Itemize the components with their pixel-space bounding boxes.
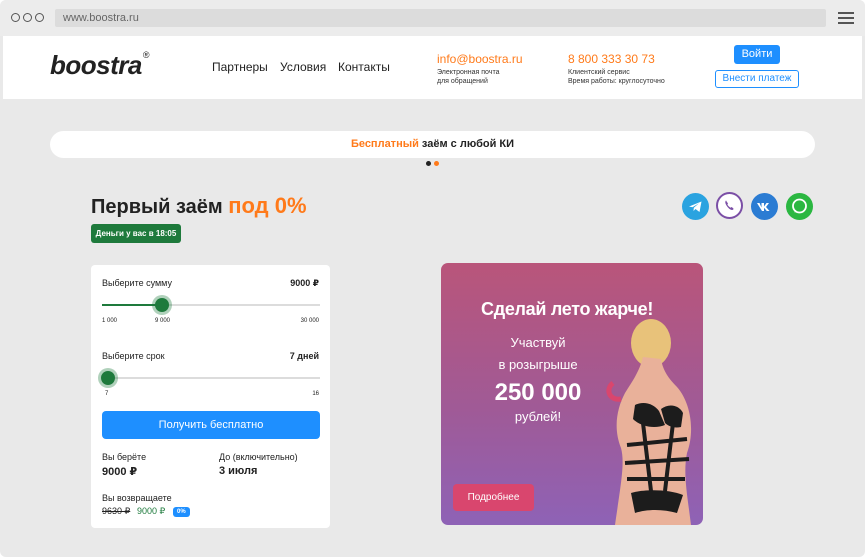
take-value: 9000 ₽ [102,466,138,478]
browser-toolbar: www.boostra.ru [0,0,865,36]
prize-amount: 250 000 [494,379,582,406]
make-payment-button[interactable]: Внести платеж [715,70,799,88]
email-caption: Электронная почта [437,69,500,76]
address-bar[interactable]: www.boostra.ru [55,9,826,27]
banner-text: заём с любой КИ [418,138,515,150]
logo[interactable]: boostra® [50,50,149,81]
nav-link-partners[interactable]: Партнеры [212,60,268,74]
telegram-icon[interactable] [682,193,709,220]
amount-max-tick: 30 000 [300,318,319,324]
zero-percent-badge: 0% [173,507,190,517]
banner-highlight: Бесплатный [350,138,419,150]
hamburger-menu-icon[interactable] [838,12,854,24]
vk-icon[interactable] [751,193,778,220]
return-new-value: 9000 ₽ [137,506,166,516]
promo-line: в розыгрыше [498,357,578,372]
return-label: Вы возвращаете [102,493,172,503]
take-label: Вы берёте [102,452,147,462]
promo-line: Участвуй [510,335,566,350]
term-min-tick: 7 [105,391,109,397]
phone-caption: Клиентский сервис [568,69,630,76]
email-contact: info@boostra.ru Электронная почта для об… [437,52,523,86]
login-button[interactable]: Войти [734,45,780,64]
promo-title: Сделай лето жарче! [481,299,654,319]
loan-calculator: Выберите сумму 9000 ₽ 1 000 9 000 30 000… [91,265,330,528]
page-title: Первый заём под 0% [91,193,307,218]
nav-link-terms[interactable]: Условия [280,60,326,74]
until-value: 3 июля [219,465,258,477]
viber-icon[interactable] [716,192,743,219]
term-slider-track[interactable] [102,377,320,379]
term-max-tick: 16 [312,391,319,397]
until-label: До (включительно) [219,452,298,462]
promo-line: рублей! [514,409,562,424]
amount-slider-fill [102,304,163,306]
promo-card[interactable]: Сделай лето жарче! Участвуй в розыгрыше … [441,263,703,525]
window-dot-icon[interactable] [11,13,20,22]
more-details-button[interactable]: Подробнее [453,484,534,511]
term-value: 7 дней [289,351,319,361]
whatsapp-icon[interactable] [786,193,813,220]
window-dot-icon[interactable] [23,13,32,22]
amount-slider-handle[interactable] [155,298,170,312]
email-link[interactable]: info@boostra.ru [437,52,523,66]
promo-banner[interactable]: Бесплатный заём с любой КИ [50,131,815,158]
term-slider-handle[interactable] [101,371,115,385]
payout-time-badge: Деньги у вас в 18:05 [91,224,181,243]
carousel-dot-active[interactable] [434,161,439,166]
phone-contact: 8 800 333 30 73 Клиентский сервис Время … [568,52,665,86]
phone-caption: Время работы: круглосуточно [568,78,665,85]
amount-min-tick: 1 000 [102,318,118,324]
return-old-value: 9630 ₽ [102,506,131,516]
carousel-dot[interactable] [426,161,431,166]
amount-current-tick: 9 000 [155,318,171,324]
email-caption: для обращений [437,78,488,85]
term-label: Выберите срок [102,351,165,361]
browser-window: www.boostra.ru boostra® Партнеры Условия… [0,0,865,557]
phone-link[interactable]: 8 800 333 30 73 [568,52,665,66]
amount-value: 9000 ₽ [290,278,319,288]
window-dot-icon[interactable] [35,13,44,22]
nav-link-contacts[interactable]: Контакты [338,60,390,74]
get-loan-button[interactable]: Получить бесплатно [102,411,320,439]
amount-label: Выберите сумму [102,278,172,288]
